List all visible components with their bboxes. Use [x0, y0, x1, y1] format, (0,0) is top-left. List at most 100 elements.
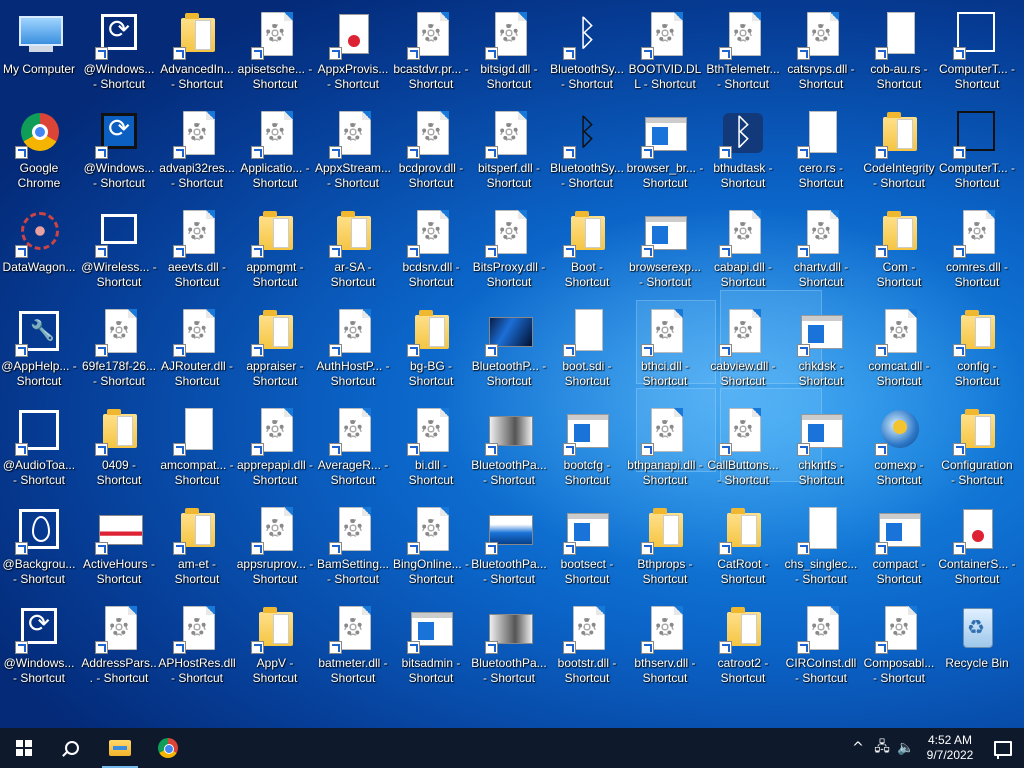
desktop-icon[interactable]: bi.dll - Shortcut: [392, 400, 470, 496]
desktop-icon[interactable]: appsruprov... - Shortcut: [236, 499, 314, 595]
desktop-icon[interactable]: chkntfs - Shortcut: [782, 400, 860, 496]
desktop-icon[interactable]: BluetoothPa... - Shortcut: [470, 598, 548, 694]
taskbar-file-explorer[interactable]: [96, 728, 144, 768]
desktop-icon[interactable]: bg-BG - Shortcut: [392, 301, 470, 397]
desktop-icon[interactable]: @Windows... - Shortcut: [80, 103, 158, 199]
desktop-icon[interactable]: @Wireless... - Shortcut: [80, 202, 158, 298]
desktop-icon[interactable]: CallButtons... - Shortcut: [704, 400, 782, 496]
desktop-icon[interactable]: boot.sdi - Shortcut: [548, 301, 626, 397]
desktop-icon[interactable]: bcdprov.dll - Shortcut: [392, 103, 470, 199]
desktop-icon[interactable]: CatRoot - Shortcut: [704, 499, 782, 595]
desktop-icon[interactable]: bcastdvr.pr... - Shortcut: [392, 4, 470, 100]
desktop-icon[interactable]: chkdsk - Shortcut: [782, 301, 860, 397]
desktop-icon[interactable]: Bthprops - Shortcut: [626, 499, 704, 595]
desktop-icon[interactable]: My Computer: [0, 4, 78, 100]
start-button[interactable]: [0, 728, 48, 768]
desktop-icon[interactable]: ComputerT... - Shortcut: [938, 4, 1016, 100]
network-icon[interactable]: 🖧: [870, 736, 894, 760]
desktop-icon[interactable]: AverageR... - Shortcut: [314, 400, 392, 496]
desktop-icon[interactable]: Configuration - Shortcut: [938, 400, 1016, 496]
desktop-icon[interactable]: @AudioToa... - Shortcut: [0, 400, 78, 496]
desktop-icon[interactable]: APHostRes.dll - Shortcut: [158, 598, 236, 694]
desktop-icon[interactable]: ᛒ BluetoothSy... - Shortcut: [548, 103, 626, 199]
desktop-icon[interactable]: BitsProxy.dll - Shortcut: [470, 202, 548, 298]
desktop-icon[interactable]: BluetoothPa... - Shortcut: [470, 400, 548, 496]
desktop-icon[interactable]: apprepapi.dll - Shortcut: [236, 400, 314, 496]
desktop-icon[interactable]: batmeter.dll - Shortcut: [314, 598, 392, 694]
desktop-icon[interactable]: bthci.dll - Shortcut: [626, 301, 704, 397]
desktop-icon[interactable]: bthserv.dll - Shortcut: [626, 598, 704, 694]
desktop-icon[interactable]: Google Chrome: [0, 103, 78, 199]
volume-icon[interactable]: 🔈: [894, 740, 918, 756]
desktop-icon[interactable]: BamSetting... - Shortcut: [314, 499, 392, 595]
desktop-icon[interactable]: @Backgrou... - Shortcut: [0, 499, 78, 595]
clock[interactable]: 4:52 AM 9/7/2022: [918, 733, 982, 763]
desktop-icon[interactable]: 69fe178f-26... - Shortcut: [80, 301, 158, 397]
search-button[interactable]: [48, 728, 96, 768]
desktop-icon[interactable]: catroot2 - Shortcut: [704, 598, 782, 694]
desktop-icon[interactable]: @Windows... - Shortcut: [0, 598, 78, 694]
desktop-icon[interactable]: BOOTVID.DLL - Shortcut: [626, 4, 704, 100]
desktop-icon[interactable]: Composabl... - Shortcut: [860, 598, 938, 694]
desktop-icon[interactable]: bitsadmin - Shortcut: [392, 598, 470, 694]
desktop-icon[interactable]: ActiveHours - Shortcut: [80, 499, 158, 595]
desktop-icon[interactable]: Applicatio... - Shortcut: [236, 103, 314, 199]
desktop-icon[interactable]: Com - Shortcut: [860, 202, 938, 298]
desktop-icon[interactable]: BluetoothP... - Shortcut: [470, 301, 548, 397]
desktop-icon[interactable]: AppxStream... - Shortcut: [314, 103, 392, 199]
desktop-icon[interactable]: appmgmt - Shortcut: [236, 202, 314, 298]
desktop-icon[interactable]: cob-au.rs - Shortcut: [860, 4, 938, 100]
desktop-icon[interactable]: comres.dll - Shortcut: [938, 202, 1016, 298]
desktop-icon[interactable]: browser_br... - Shortcut: [626, 103, 704, 199]
desktop-icon[interactable]: aeevts.dll - Shortcut: [158, 202, 236, 298]
desktop-icon[interactable]: ContainerS... - Shortcut: [938, 499, 1016, 595]
desktop-icon[interactable]: appraiser - Shortcut: [236, 301, 314, 397]
desktop-icon[interactable]: ar-SA - Shortcut: [314, 202, 392, 298]
desktop-icon[interactable]: BluetoothPa... - Shortcut: [470, 499, 548, 595]
desktop-icon[interactable]: 0409 - Shortcut: [80, 400, 158, 496]
desktop-icon[interactable]: chartv.dll - Shortcut: [782, 202, 860, 298]
desktop-icon[interactable]: BingOnline... - Shortcut: [392, 499, 470, 595]
desktop-icon[interactable]: AppxProvis... - Shortcut: [314, 4, 392, 100]
desktop-icon[interactable]: @Windows... - Shortcut: [80, 4, 158, 100]
desktop-icon[interactable]: ComputerT... - Shortcut: [938, 103, 1016, 199]
desktop-icon[interactable]: Boot - Shortcut: [548, 202, 626, 298]
desktop-icon[interactable]: bitsperf.dll - Shortcut: [470, 103, 548, 199]
desktop-icon[interactable]: @AppHelp... - Shortcut: [0, 301, 78, 397]
desktop-icon[interactable]: config - Shortcut: [938, 301, 1016, 397]
desktop-icon[interactable]: am-et - Shortcut: [158, 499, 236, 595]
desktop-icon[interactable]: cabview.dll - Shortcut: [704, 301, 782, 397]
desktop-icon[interactable]: AuthHostP... - Shortcut: [314, 301, 392, 397]
desktop-icon[interactable]: CIRCoInst.dll - Shortcut: [782, 598, 860, 694]
desktop-icon[interactable]: AdvancedIn... - Shortcut: [158, 4, 236, 100]
desktop-icon[interactable]: cero.rs - Shortcut: [782, 103, 860, 199]
desktop-icon[interactable]: CodeIntegrity - Shortcut: [860, 103, 938, 199]
desktop-icon[interactable]: Recycle Bin: [938, 598, 1016, 694]
desktop-icon[interactable]: ᛒ bthudtask - Shortcut: [704, 103, 782, 199]
desktop-icon[interactable]: chs_singlec... - Shortcut: [782, 499, 860, 595]
desktop-icon[interactable]: advapi32res... - Shortcut: [158, 103, 236, 199]
action-center-button[interactable]: [982, 728, 1024, 768]
desktop-icon[interactable]: browserexp... - Shortcut: [626, 202, 704, 298]
desktop-icon[interactable]: DataWagon...: [0, 202, 78, 298]
taskbar-chrome[interactable]: [144, 728, 192, 768]
desktop-icon[interactable]: catsrvps.dll - Shortcut: [782, 4, 860, 100]
desktop-icon[interactable]: bootsect - Shortcut: [548, 499, 626, 595]
desktop-icon[interactable]: AppV - Shortcut: [236, 598, 314, 694]
desktop-icon[interactable]: BthTelemetr... - Shortcut: [704, 4, 782, 100]
desktop-icon[interactable]: comexp - Shortcut: [860, 400, 938, 496]
desktop-icon[interactable]: AddressPars... - Shortcut: [80, 598, 158, 694]
show-hidden-icons-button[interactable]: ^: [846, 740, 870, 756]
desktop-icon[interactable]: bootcfg - Shortcut: [548, 400, 626, 496]
desktop-icon[interactable]: bitsigd.dll - Shortcut: [470, 4, 548, 100]
desktop-icon[interactable]: apisetsche... - Shortcut: [236, 4, 314, 100]
desktop-icon[interactable]: compact - Shortcut: [860, 499, 938, 595]
desktop-icon[interactable]: bootstr.dll - Shortcut: [548, 598, 626, 694]
desktop-icon[interactable]: AJRouter.dll - Shortcut: [158, 301, 236, 397]
desktop-icon[interactable]: ᛒ BluetoothSy... - Shortcut: [548, 4, 626, 100]
desktop-icon[interactable]: bcdsrv.dll - Shortcut: [392, 202, 470, 298]
desktop-icon[interactable]: comcat.dll - Shortcut: [860, 301, 938, 397]
desktop-icon[interactable]: cabapi.dll - Shortcut: [704, 202, 782, 298]
desktop-icon[interactable]: amcompat... - Shortcut: [158, 400, 236, 496]
desktop-icon[interactable]: bthpanapi.dll - Shortcut: [626, 400, 704, 496]
